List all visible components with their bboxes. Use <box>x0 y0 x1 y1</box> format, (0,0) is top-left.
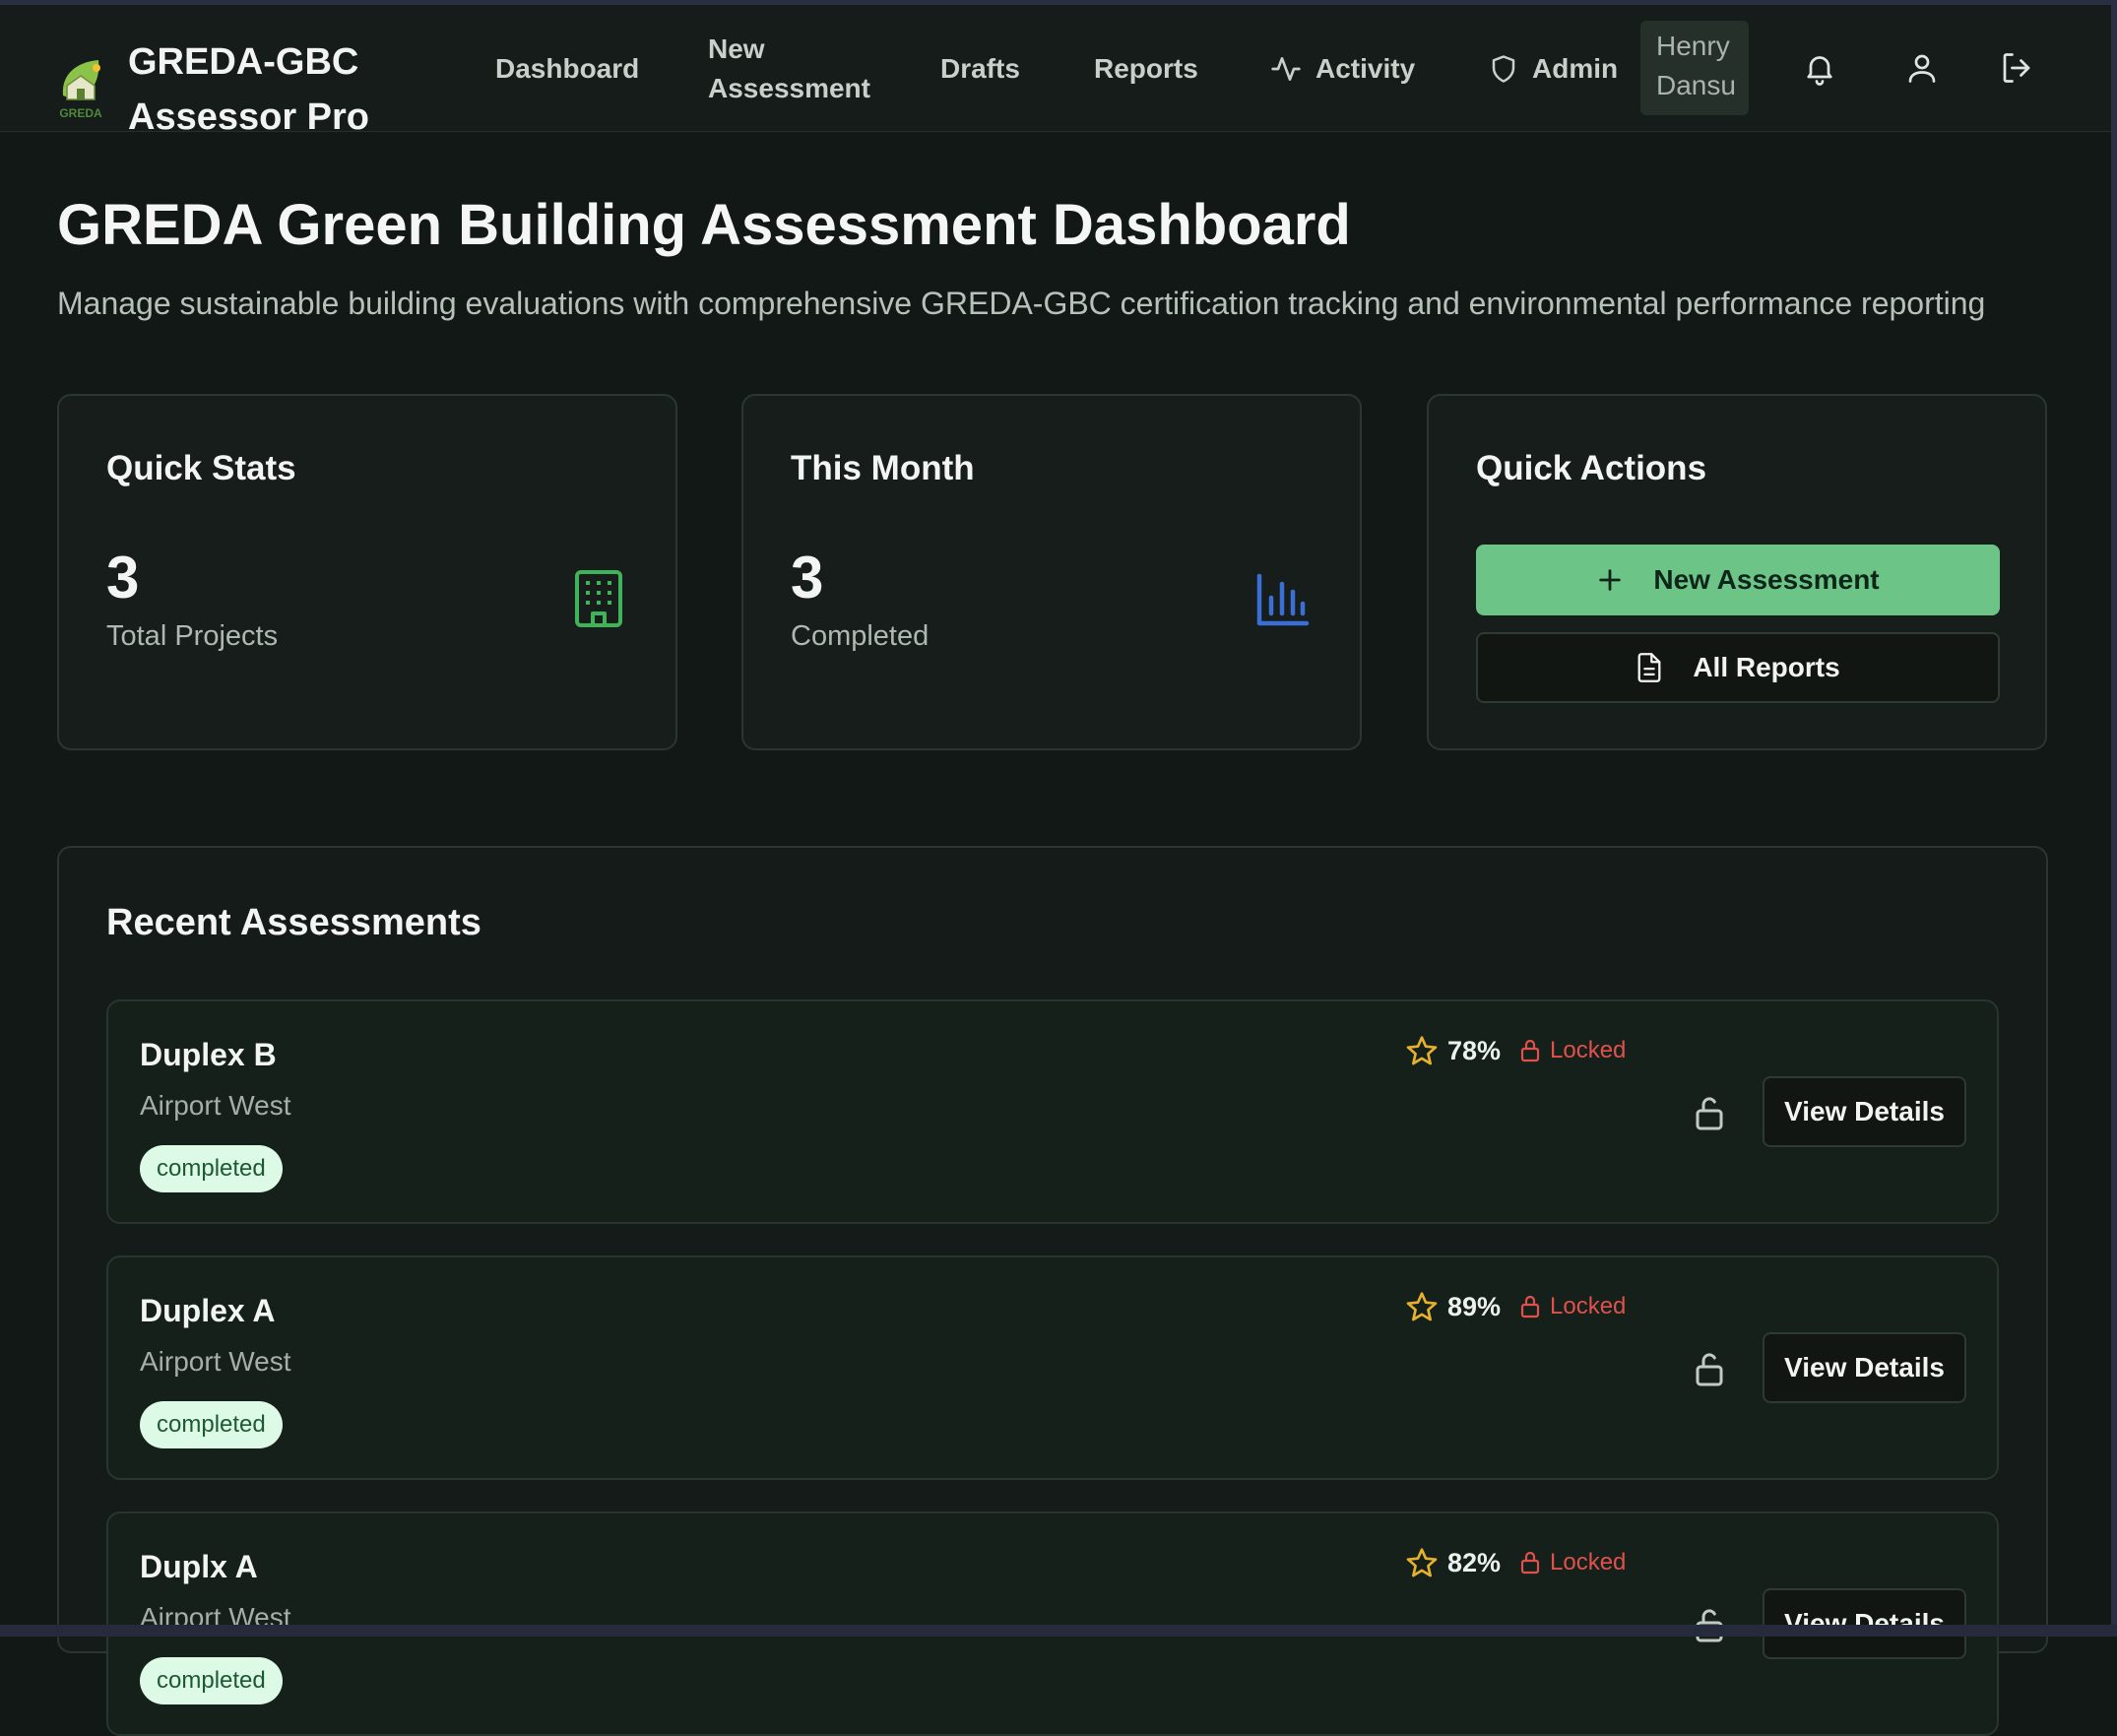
shield-icon <box>1489 54 1518 84</box>
assessment-score: 78% <box>1406 1035 1501 1066</box>
nav-drafts-label: Drafts <box>940 53 1020 85</box>
window-right-border <box>2111 0 2117 1637</box>
locked-status: Locked <box>1518 1293 1626 1320</box>
page-subtitle: Manage sustainable building evaluations … <box>57 286 1985 322</box>
completed-label: Completed <box>791 620 929 653</box>
completed-value: 3 <box>791 544 823 611</box>
plus-icon <box>1596 566 1624 594</box>
lock-icon <box>1518 1294 1542 1319</box>
nav-dashboard-label: Dashboard <box>495 53 639 85</box>
assessment-location: Airport West <box>140 1090 291 1122</box>
app-title-line2: Assessor Pro <box>128 90 369 145</box>
status-badge: completed <box>140 1657 283 1704</box>
activity-icon <box>1270 53 1302 85</box>
lock-icon <box>1518 1550 1542 1575</box>
nav-reports[interactable]: Reports <box>1094 5 1198 132</box>
score-value: 78% <box>1447 1036 1501 1066</box>
status-badge: completed <box>140 1401 283 1448</box>
assessment-name: Duplx A <box>140 1549 258 1585</box>
this-month-title: This Month <box>791 449 975 488</box>
assessment-score: 89% <box>1406 1291 1501 1322</box>
quick-actions-title: Quick Actions <box>1476 449 1706 488</box>
view-details-button[interactable]: View Details <box>1763 1588 1966 1659</box>
user-name-chip[interactable]: Henry Dansu <box>1640 21 1749 115</box>
nav-dashboard[interactable]: Dashboard <box>495 5 639 132</box>
recent-assessments-title: Recent Assessments <box>106 902 481 944</box>
nav-activity-label: Activity <box>1315 53 1415 85</box>
view-details-button[interactable]: View Details <box>1763 1076 1966 1147</box>
nav-new-assessment-label: New Assessment <box>708 30 870 108</box>
star-icon <box>1406 1547 1438 1578</box>
nav-new-assessment[interactable]: New Assessment <box>708 5 836 132</box>
star-icon <box>1406 1035 1438 1066</box>
score-value: 89% <box>1447 1292 1501 1322</box>
new-assessment-button-label: New Assessment <box>1653 564 1879 596</box>
window-bottom-border <box>0 1625 2117 1637</box>
bell-icon[interactable] <box>1802 50 1837 86</box>
total-projects-value: 3 <box>106 544 139 611</box>
locked-label: Locked <box>1550 1549 1626 1576</box>
brand[interactable]: GREDA GREDA-GBC Assessor Pro <box>55 34 369 145</box>
score-value: 82% <box>1447 1548 1501 1578</box>
quick-stats-title: Quick Stats <box>106 449 296 488</box>
logout-icon[interactable] <box>1999 50 2034 86</box>
assessment-row: Duplx A Airport West completed 82% Locke… <box>106 1511 1999 1736</box>
locked-label: Locked <box>1550 1293 1626 1320</box>
document-icon <box>1636 652 1663 683</box>
app-title-line1: GREDA-GBC <box>128 34 369 90</box>
nav-admin-label: Admin <box>1532 53 1618 85</box>
new-assessment-button[interactable]: New Assessment <box>1476 545 2000 615</box>
nav-activity[interactable]: Activity <box>1270 5 1415 132</box>
locked-status: Locked <box>1518 1549 1626 1576</box>
all-reports-button[interactable]: All Reports <box>1476 632 2000 703</box>
nav-reports-label: Reports <box>1094 53 1198 85</box>
total-projects-label: Total Projects <box>106 620 278 653</box>
greda-logo: GREDA <box>55 56 106 123</box>
view-details-button[interactable]: View Details <box>1763 1332 1966 1403</box>
quick-actions-card: Quick Actions New Assessment All Reports <box>1427 394 2047 750</box>
status-badge: completed <box>140 1145 283 1192</box>
assessment-score: 82% <box>1406 1547 1501 1578</box>
assessment-row: Duplex A Airport West completed 89% Lock… <box>106 1255 1999 1480</box>
all-reports-button-label: All Reports <box>1693 652 1839 683</box>
this-month-card: This Month 3 Completed <box>741 394 1362 750</box>
assessment-name: Duplex A <box>140 1293 276 1329</box>
svg-text:GREDA: GREDA <box>59 106 102 120</box>
star-icon <box>1406 1291 1438 1322</box>
page-title: GREDA Green Building Assessment Dashboar… <box>57 192 1351 258</box>
lock-icon <box>1518 1038 1542 1063</box>
quick-stats-card: Quick Stats 3 Total Projects <box>57 394 677 750</box>
locked-label: Locked <box>1550 1037 1626 1064</box>
locked-status: Locked <box>1518 1037 1626 1064</box>
assessment-row: Duplex B Airport West completed 78% Lock… <box>106 999 1999 1224</box>
assessment-name: Duplex B <box>140 1037 277 1073</box>
building-icon <box>571 568 626 629</box>
user-icon[interactable] <box>1904 50 1940 86</box>
nav-admin[interactable]: Admin <box>1489 5 1618 132</box>
nav-drafts[interactable]: Drafts <box>940 5 1020 132</box>
unlock-icon[interactable] <box>1692 1350 1727 1389</box>
assessment-location: Airport West <box>140 1346 291 1378</box>
recent-assessments-panel: Recent Assessments Duplex B Airport West… <box>57 846 2048 1653</box>
bar-chart-icon <box>1255 568 1311 629</box>
top-navbar: GREDA GREDA-GBC Assessor Pro Dashboard N… <box>0 5 2111 132</box>
unlock-icon[interactable] <box>1692 1094 1727 1133</box>
